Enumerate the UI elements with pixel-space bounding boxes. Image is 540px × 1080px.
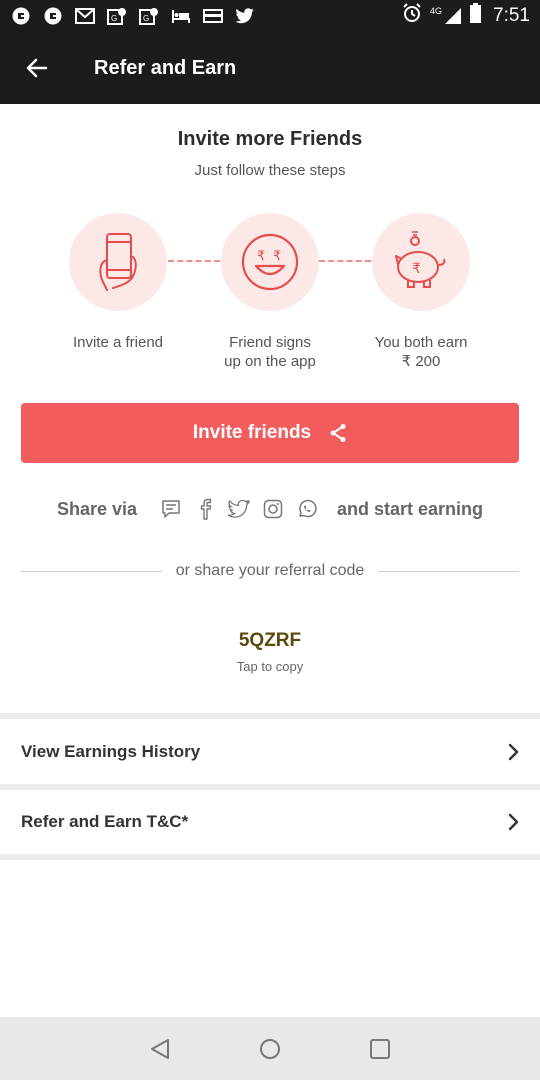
circle-home-icon bbox=[260, 1038, 280, 1059]
facebook-icon[interactable] bbox=[193, 497, 217, 521]
divider-line bbox=[378, 570, 519, 572]
invite-heading: Invite more Friends bbox=[177, 128, 363, 150]
share-via-row: Share via and start earning bbox=[0, 494, 540, 524]
step-icon-bg bbox=[69, 213, 167, 311]
svg-text:₹: ₹ bbox=[257, 249, 265, 264]
triangle-back-icon bbox=[151, 1038, 169, 1059]
maps-icon: G bbox=[106, 7, 128, 25]
refer-and-earn-tc-row[interactable]: Refer and Earn T&C* bbox=[0, 789, 540, 855]
step-label: Friend signs up on the app bbox=[190, 333, 350, 371]
clock: 7:51 bbox=[493, 5, 530, 26]
signal-icon: 4G bbox=[430, 7, 462, 25]
card-icon bbox=[202, 7, 224, 25]
step-invite: Invite a friend bbox=[38, 213, 198, 352]
section-separator bbox=[0, 854, 540, 860]
view-earnings-history-row[interactable]: View Earnings History bbox=[0, 719, 540, 785]
svg-text:G: G bbox=[143, 14, 149, 23]
svg-text:G: G bbox=[111, 14, 117, 23]
twitter-icon[interactable] bbox=[227, 497, 251, 521]
status-bar: G G 4G 7:51 bbox=[0, 0, 540, 32]
invite-subheading: Just follow these steps bbox=[194, 162, 346, 179]
notification-icons: G G bbox=[10, 7, 256, 25]
chevron-right-icon bbox=[507, 743, 519, 761]
app-bar: Refer and Earn bbox=[0, 32, 540, 104]
page-title: Refer and Earn bbox=[94, 56, 237, 79]
instagram-icon[interactable] bbox=[261, 497, 285, 521]
referral-code[interactable]: 5QZRF bbox=[0, 630, 540, 652]
phone-hand-icon bbox=[99, 233, 137, 291]
square-recents-icon bbox=[370, 1038, 390, 1059]
step-icon-bg: ₹ bbox=[372, 213, 470, 311]
back-button[interactable] bbox=[0, 32, 74, 104]
message-icon[interactable] bbox=[159, 497, 183, 521]
gmail-icon bbox=[74, 7, 96, 25]
step-earn: ₹ You both earn ₹ 200 bbox=[341, 213, 501, 371]
uber-icon bbox=[42, 7, 64, 25]
system-icons: 4G 7:51 bbox=[402, 3, 530, 29]
twitter-icon bbox=[234, 7, 256, 25]
start-earning-label: and start earning bbox=[337, 498, 484, 519]
step-label: Invite a friend bbox=[38, 333, 198, 352]
step-label: You both earn ₹ 200 bbox=[341, 333, 501, 371]
nav-recents-button[interactable] bbox=[365, 1034, 395, 1064]
divider-line bbox=[21, 570, 162, 572]
referral-divider: or share your referral code bbox=[21, 562, 519, 580]
step-label-line: Invite a friend bbox=[72, 334, 164, 351]
step-label-line: Friend signs bbox=[229, 334, 311, 351]
invite-friends-button[interactable]: Invite friends bbox=[21, 403, 519, 463]
nav-back-button[interactable] bbox=[145, 1034, 175, 1064]
uber-icon bbox=[10, 7, 32, 25]
step-label-line: You both earn bbox=[374, 334, 468, 351]
nav-home-button[interactable] bbox=[255, 1034, 285, 1064]
step-signup: ₹ ₹ Friend signs up on the app bbox=[190, 213, 350, 371]
invite-friends-label: Invite friends bbox=[192, 422, 312, 443]
battery-icon bbox=[470, 3, 482, 29]
alarm-icon bbox=[402, 3, 422, 29]
referral-divider-text: or share your referral code bbox=[175, 562, 365, 579]
tap-to-copy-hint: Tap to copy bbox=[236, 659, 304, 674]
svg-text:₹: ₹ bbox=[273, 249, 281, 264]
smiley-rupee-icon: ₹ ₹ bbox=[241, 233, 299, 291]
step-icon-bg: ₹ ₹ bbox=[221, 213, 319, 311]
svg-text:₹: ₹ bbox=[412, 261, 421, 277]
share-via-label: Share via bbox=[56, 498, 138, 519]
row-label: View Earnings History bbox=[21, 742, 201, 761]
share-icon bbox=[329, 423, 347, 443]
reward-amount: ₹ 200 bbox=[401, 353, 441, 370]
row-label: Refer and Earn T&C* bbox=[21, 812, 189, 831]
hotel-icon bbox=[170, 7, 192, 25]
network-type: 4G bbox=[430, 6, 443, 16]
chevron-right-icon bbox=[507, 813, 519, 831]
step-label-line: up on the app bbox=[224, 353, 316, 370]
piggy-bank-icon: ₹ bbox=[395, 231, 446, 288]
whatsapp-icon[interactable] bbox=[295, 497, 319, 521]
share-channels bbox=[159, 497, 319, 521]
maps-icon: G bbox=[138, 7, 160, 25]
navigation-bar bbox=[0, 1017, 540, 1080]
arrow-left-icon bbox=[26, 58, 48, 78]
